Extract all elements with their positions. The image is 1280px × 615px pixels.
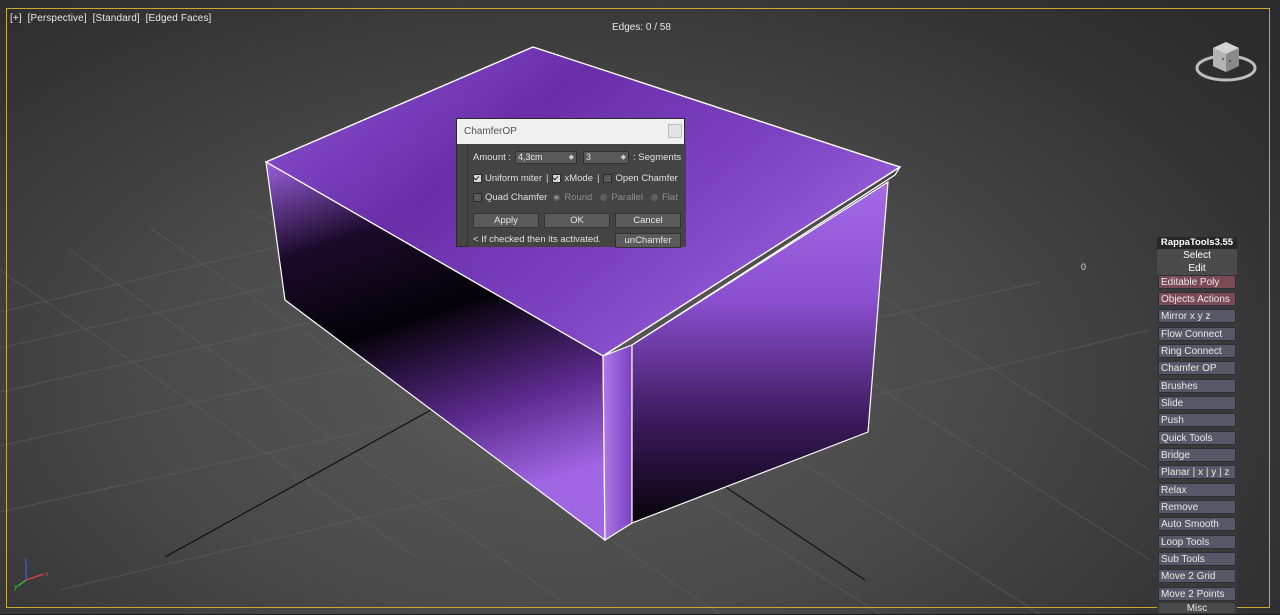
apply-button[interactable]: Apply bbox=[473, 213, 539, 228]
rappa-edit-button[interactable]: Edit bbox=[1157, 262, 1237, 275]
open-chamfer-checkbox[interactable] bbox=[603, 173, 613, 183]
world-axis-line bbox=[164, 404, 441, 558]
coordinate-readout: 0 bbox=[1081, 262, 1087, 272]
quad-chamfer-checkbox[interactable] bbox=[473, 192, 482, 202]
spinner-arrows-icon[interactable]: ◆ bbox=[621, 152, 626, 163]
rappatools-title: RappaTools3.55 bbox=[1157, 237, 1237, 249]
amount-label: Amount : bbox=[473, 151, 512, 163]
axis-tripod-icon: x y z bbox=[14, 557, 49, 591]
rappa-item-push[interactable]: Push bbox=[1158, 413, 1236, 427]
xmode-label: xMode bbox=[564, 172, 593, 184]
ok-button[interactable]: OK bbox=[544, 213, 610, 228]
viewport-shading-menu[interactable]: [Edged Faces] bbox=[146, 13, 212, 24]
box-chamfer-strip bbox=[602, 344, 633, 542]
unchamfer-button[interactable]: unChamfer bbox=[615, 233, 681, 248]
flat-label: Flat bbox=[662, 191, 678, 203]
viewport-scene bbox=[0, 46, 1151, 614]
rappa-item-ring-connect[interactable]: Ring Connect bbox=[1158, 344, 1236, 358]
rappa-item-brushes[interactable]: Brushes bbox=[1158, 379, 1236, 393]
viewport-plus-menu[interactable]: [+] bbox=[10, 13, 22, 24]
rappa-item-slide[interactable]: Slide bbox=[1158, 396, 1236, 410]
parallel-label: Parallel bbox=[611, 191, 643, 203]
round-label: Round bbox=[564, 191, 593, 203]
axis-x-label: x bbox=[45, 571, 49, 578]
spinner-arrows-icon[interactable]: ◆ bbox=[569, 152, 574, 163]
viewport-label-menu[interactable]: [+] [Perspective] [Standard] [Edged Face… bbox=[10, 13, 214, 24]
open-chamfer-label: Open Chamfer bbox=[615, 172, 678, 184]
rappa-item-flow-connect[interactable]: Flow Connect bbox=[1158, 327, 1236, 341]
viewport-standard-menu[interactable]: [Standard] bbox=[93, 13, 140, 24]
rappa-item-relax[interactable]: Relax bbox=[1158, 483, 1236, 497]
segments-value: 3 bbox=[586, 151, 592, 162]
round-radio[interactable] bbox=[553, 193, 561, 201]
activation-hint-text: < If checked then its activated. bbox=[473, 233, 602, 245]
options-row-1: Uniform miter | xMode | Open Chamfer bbox=[473, 171, 678, 185]
rappa-item-loop-tools[interactable]: Loop Tools bbox=[1158, 535, 1236, 549]
rappa-item-objects-actions[interactable]: Objects Actions bbox=[1158, 292, 1236, 306]
amount-spinner[interactable]: 4,3cm ◆ bbox=[515, 150, 578, 164]
perspective-viewport[interactable]: [+] [Perspective] [Standard] [Edged Face… bbox=[0, 0, 1280, 614]
viewport-pov-menu[interactable]: [Perspective] bbox=[28, 13, 87, 24]
rappa-misc-button[interactable]: Misc bbox=[1158, 602, 1236, 614]
parallel-radio[interactable] bbox=[600, 193, 608, 201]
uniform-miter-checkbox[interactable] bbox=[473, 173, 482, 183]
rappa-item-move-2-grid[interactable]: Move 2 Grid bbox=[1158, 569, 1236, 583]
flat-radio[interactable] bbox=[651, 193, 658, 201]
rappa-select-button[interactable]: Select bbox=[1157, 249, 1237, 262]
separator: | bbox=[597, 172, 600, 184]
rappatools-panel: RappaTools3.55 Select Edit Editable Poly… bbox=[1157, 237, 1237, 614]
rappa-item-mirror[interactable]: Mirror x y z bbox=[1158, 309, 1236, 323]
dialog-body: Amount : 4,3cm ◆ 3 ◆ : Segments Uniform … bbox=[467, 144, 686, 248]
rappa-item-planar[interactable]: Planar | x | y | z bbox=[1158, 465, 1236, 479]
rappa-item-sub-tools[interactable]: Sub Tools bbox=[1158, 552, 1236, 566]
rappa-item-remove[interactable]: Remove bbox=[1158, 500, 1236, 514]
axis-y-label: y bbox=[14, 584, 18, 591]
segments-spinner[interactable]: 3 ◆ bbox=[583, 150, 630, 164]
rappa-item-auto-smooth[interactable]: Auto Smooth bbox=[1158, 517, 1236, 531]
rappa-item-quick-tools[interactable]: Quick Tools bbox=[1158, 431, 1236, 445]
uniform-miter-label: Uniform miter bbox=[485, 172, 543, 184]
rappa-item-editable-poly[interactable]: Editable Poly bbox=[1158, 275, 1236, 289]
edges-count-readout: Edges: 0 / 58 bbox=[612, 22, 671, 33]
amount-value: 4,3cm bbox=[518, 151, 543, 162]
rappa-item-chamfer-op[interactable]: Chamfer OP bbox=[1158, 361, 1236, 375]
dialog-titlebar[interactable]: ChamferOP bbox=[457, 119, 684, 144]
axis-z-label: z bbox=[24, 557, 28, 564]
viewcube-icon[interactable] bbox=[1194, 38, 1258, 92]
cancel-button[interactable]: Cancel bbox=[615, 213, 681, 228]
separator: | bbox=[546, 172, 549, 184]
rappa-item-bridge[interactable]: Bridge bbox=[1158, 448, 1236, 462]
amount-row: Amount : 4,3cm ◆ 3 ◆ : Segments bbox=[473, 150, 681, 164]
xmode-checkbox[interactable] bbox=[552, 173, 562, 183]
hint-row: < If checked then its activated. bbox=[473, 232, 601, 246]
quad-chamfer-label: Quad Chamfer bbox=[485, 191, 548, 203]
chamferop-dialog[interactable]: ChamferOP Amount : 4,3cm ◆ 3 ◆ : Segment… bbox=[456, 118, 686, 248]
options-row-2: Quad Chamfer Round Parallel Flat bbox=[473, 190, 678, 204]
dialog-title: ChamferOP bbox=[464, 126, 517, 137]
rappa-item-move-2-points[interactable]: Move 2 Points bbox=[1158, 587, 1236, 601]
segments-label: : Segments bbox=[633, 151, 682, 163]
dialog-close-button[interactable] bbox=[668, 124, 682, 138]
